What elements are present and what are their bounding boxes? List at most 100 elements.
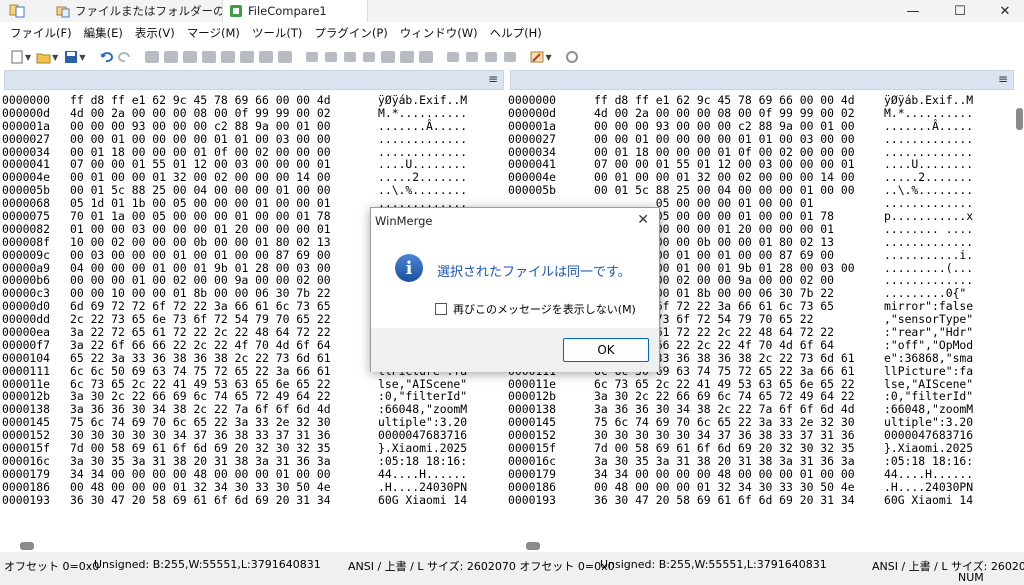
copy-all-left-icon[interactable] (398, 49, 415, 66)
checkbox-box[interactable] (435, 303, 447, 315)
info-icon: i (395, 254, 423, 282)
copy-left-advance-icon[interactable] (360, 49, 377, 66)
hamburger-menu-icon[interactable]: ≡ (488, 72, 498, 86)
hex-row[interactable]: 0000027 00 00 01 00 00 00 00 01 01 00 03 … (2, 132, 507, 146)
row-hex-bytes: 00 00 00 93 00 00 00 c2 88 9a 00 01 00 (594, 118, 855, 133)
row-offset: 000000d (508, 105, 557, 120)
right-value-status: Unsigned: B:255,W:55551,L:3791640831 (600, 558, 827, 571)
hex-row[interactable]: 000001a 00 00 00 93 00 00 00 c2 88 9a 00 … (2, 118, 507, 133)
chevron-down-icon[interactable]: ▼ (52, 53, 58, 62)
merge-mode-icon[interactable] (417, 49, 434, 66)
hex-row[interactable]: 0000186 00 48 00 00 00 01 32 34 30 33 30 … (508, 480, 1014, 494)
menu-window[interactable]: ウィンドウ(W) (394, 25, 484, 41)
menu-tools[interactable]: ツール(T) (246, 25, 309, 41)
next-file-icon[interactable] (463, 49, 480, 66)
hex-row[interactable]: 000001a 00 00 00 93 00 00 00 c2 88 9a 00 … (508, 118, 1014, 133)
menu-file[interactable]: ファイル(F) (4, 25, 78, 41)
close-window-button[interactable]: ✕ (982, 0, 1024, 22)
row-ascii: .......Â..... (378, 118, 468, 133)
row-offset: 0000000 (2, 94, 51, 107)
scrollbar-thumb[interactable] (20, 542, 34, 550)
row-ascii: ........ .... (884, 221, 974, 236)
row-hex-bytes: 10 00 02 00 00 00 0b 00 00 01 80 02 13 (70, 234, 331, 249)
last-diff-icon[interactable] (219, 49, 236, 66)
menu-plugins[interactable]: プラグイン(P) (308, 25, 393, 41)
dont-show-again-checkbox[interactable]: 再びこのメッセージを表示しない(M) (435, 301, 636, 317)
prev-conflict-icon[interactable] (257, 49, 274, 66)
hex-row[interactable]: 000015f 7d 00 58 69 61 6f 6d 69 20 32 30 … (2, 442, 507, 455)
menu-merge[interactable]: マージ(M) (181, 25, 246, 41)
new-file-icon[interactable] (8, 49, 25, 66)
row-ascii: M.*.......... (884, 105, 974, 120)
hex-row[interactable]: 000000d 4d 00 2a 00 00 00 08 00 0f 99 99 … (508, 105, 1014, 120)
row-offset: 000009c (2, 247, 51, 262)
right-horizontal-scrollbar[interactable] (508, 540, 1014, 552)
open-folder-icon[interactable] (35, 49, 52, 66)
minimize-button[interactable]: — (890, 0, 936, 22)
last-file-icon[interactable] (501, 49, 518, 66)
hex-row[interactable]: 0000186 00 48 00 00 00 01 32 34 30 33 30 … (2, 480, 507, 494)
prev-diff-icon[interactable] (181, 49, 198, 66)
options-icon[interactable] (528, 49, 545, 66)
left-horizontal-scrollbar[interactable] (2, 540, 507, 552)
menu-edit[interactable]: 編集(E) (78, 25, 129, 41)
scrollbar-thumb[interactable] (526, 542, 540, 550)
tab-filecompare1[interactable]: FileCompare1 (222, 0, 368, 22)
row-offset: 000001a (508, 118, 557, 133)
current-diff-icon[interactable] (238, 49, 255, 66)
copy-left-icon[interactable] (322, 49, 339, 66)
hex-row[interactable]: 0000179 34 34 00 00 00 00 48 00 00 00 01 … (2, 467, 507, 481)
row-hex-bytes: ff d8 ff e1 62 9c 45 78 69 66 00 00 4d (70, 94, 331, 107)
scrollbar-thumb[interactable] (1016, 108, 1023, 130)
menu-help[interactable]: ヘルプ(H) (484, 25, 548, 41)
winmerge-app-icon[interactable] (9, 3, 25, 18)
dialog-close-button[interactable]: ✕ (637, 212, 649, 228)
row-offset: 000001a (2, 118, 51, 133)
row-offset: 000000d (2, 105, 51, 120)
hex-row[interactable]: 0000027 00 00 01 00 00 00 00 01 01 00 03 … (508, 131, 1014, 146)
save-icon[interactable] (62, 49, 79, 66)
first-diff-icon[interactable] (162, 49, 179, 66)
title-bar: ファイルまたはフォルダーの選択 FileCompare1 — ☐ ✕ (0, 0, 1024, 22)
hex-row[interactable]: 000016c 3a 30 35 3a 31 38 20 31 38 3a 31 … (508, 455, 1014, 468)
toolbar-separator (520, 49, 526, 66)
refresh-icon[interactable] (564, 49, 581, 66)
row-ascii: ÿØÿáb.Exif..M (884, 94, 974, 107)
row-hex-bytes: 70 01 1a 00 05 00 00 00 01 00 00 01 78 (70, 209, 331, 224)
hamburger-menu-icon[interactable]: ≡ (998, 72, 1008, 86)
hex-row[interactable]: 0000000 ff d8 ff e1 62 9c 45 78 69 66 00 … (2, 94, 507, 107)
hex-row[interactable]: 0000000 ff d8 ff e1 62 9c 45 78 69 66 00 … (508, 94, 1014, 107)
vertical-scrollbar[interactable] (1014, 94, 1024, 536)
menu-view[interactable]: 表示(V) (129, 25, 181, 41)
chevron-down-icon[interactable]: ▼ (545, 53, 551, 62)
tab-select-files[interactable]: ファイルまたはフォルダーの選択 (50, 0, 248, 22)
chevron-down-icon[interactable]: ▼ (79, 53, 85, 62)
checkbox-label[interactable]: 再びこのメッセージを表示しない(M) (453, 301, 636, 317)
first-file-icon[interactable] (482, 49, 499, 66)
hex-row[interactable]: 0000179 34 34 00 00 00 00 48 00 00 00 01 … (508, 467, 1014, 481)
copy-all-right-icon[interactable] (379, 49, 396, 66)
hex-row[interactable]: 000000d 4d 00 2a 00 00 00 08 00 0f 99 99 … (2, 105, 507, 120)
maximize-button[interactable]: ☐ (937, 0, 983, 22)
next-diff-icon[interactable] (200, 49, 217, 66)
prev-file-icon[interactable] (444, 49, 461, 66)
row-ascii: M.*.......... (378, 105, 468, 120)
ok-button[interactable]: OK (563, 338, 649, 362)
hex-row[interactable]: 0000193 36 30 47 20 58 69 61 6f 6d 69 20 … (2, 492, 507, 507)
row-hex-bytes: 6c 6c 50 69 63 74 75 72 65 22 3a 66 61 (70, 363, 331, 378)
hex-row[interactable]: 0000193 36 30 47 20 58 69 61 6f 6d 69 20 … (508, 492, 1014, 507)
hex-row[interactable]: 000015f 7d 00 58 69 61 6f 6d 69 20 32 30 … (508, 442, 1014, 455)
redo-icon[interactable] (116, 49, 133, 66)
row-ascii: 60G Xiaomi 14 (378, 492, 468, 507)
row-offset: 0000000 (508, 94, 557, 107)
row-ascii: ............. (884, 131, 974, 146)
copy-right-icon[interactable] (303, 49, 320, 66)
undo-icon[interactable] (97, 49, 114, 66)
row-offset: 0000193 (508, 492, 557, 507)
chevron-down-icon[interactable]: ▼ (25, 53, 31, 62)
row-ascii: llPicture":fa (884, 363, 974, 378)
hex-row[interactable]: 000016c 3a 30 35 3a 31 38 20 31 38 3a 31 … (2, 455, 507, 468)
copy-right-advance-icon[interactable] (341, 49, 358, 66)
next-conflict-icon[interactable] (276, 49, 293, 66)
print-icon[interactable] (143, 49, 160, 66)
